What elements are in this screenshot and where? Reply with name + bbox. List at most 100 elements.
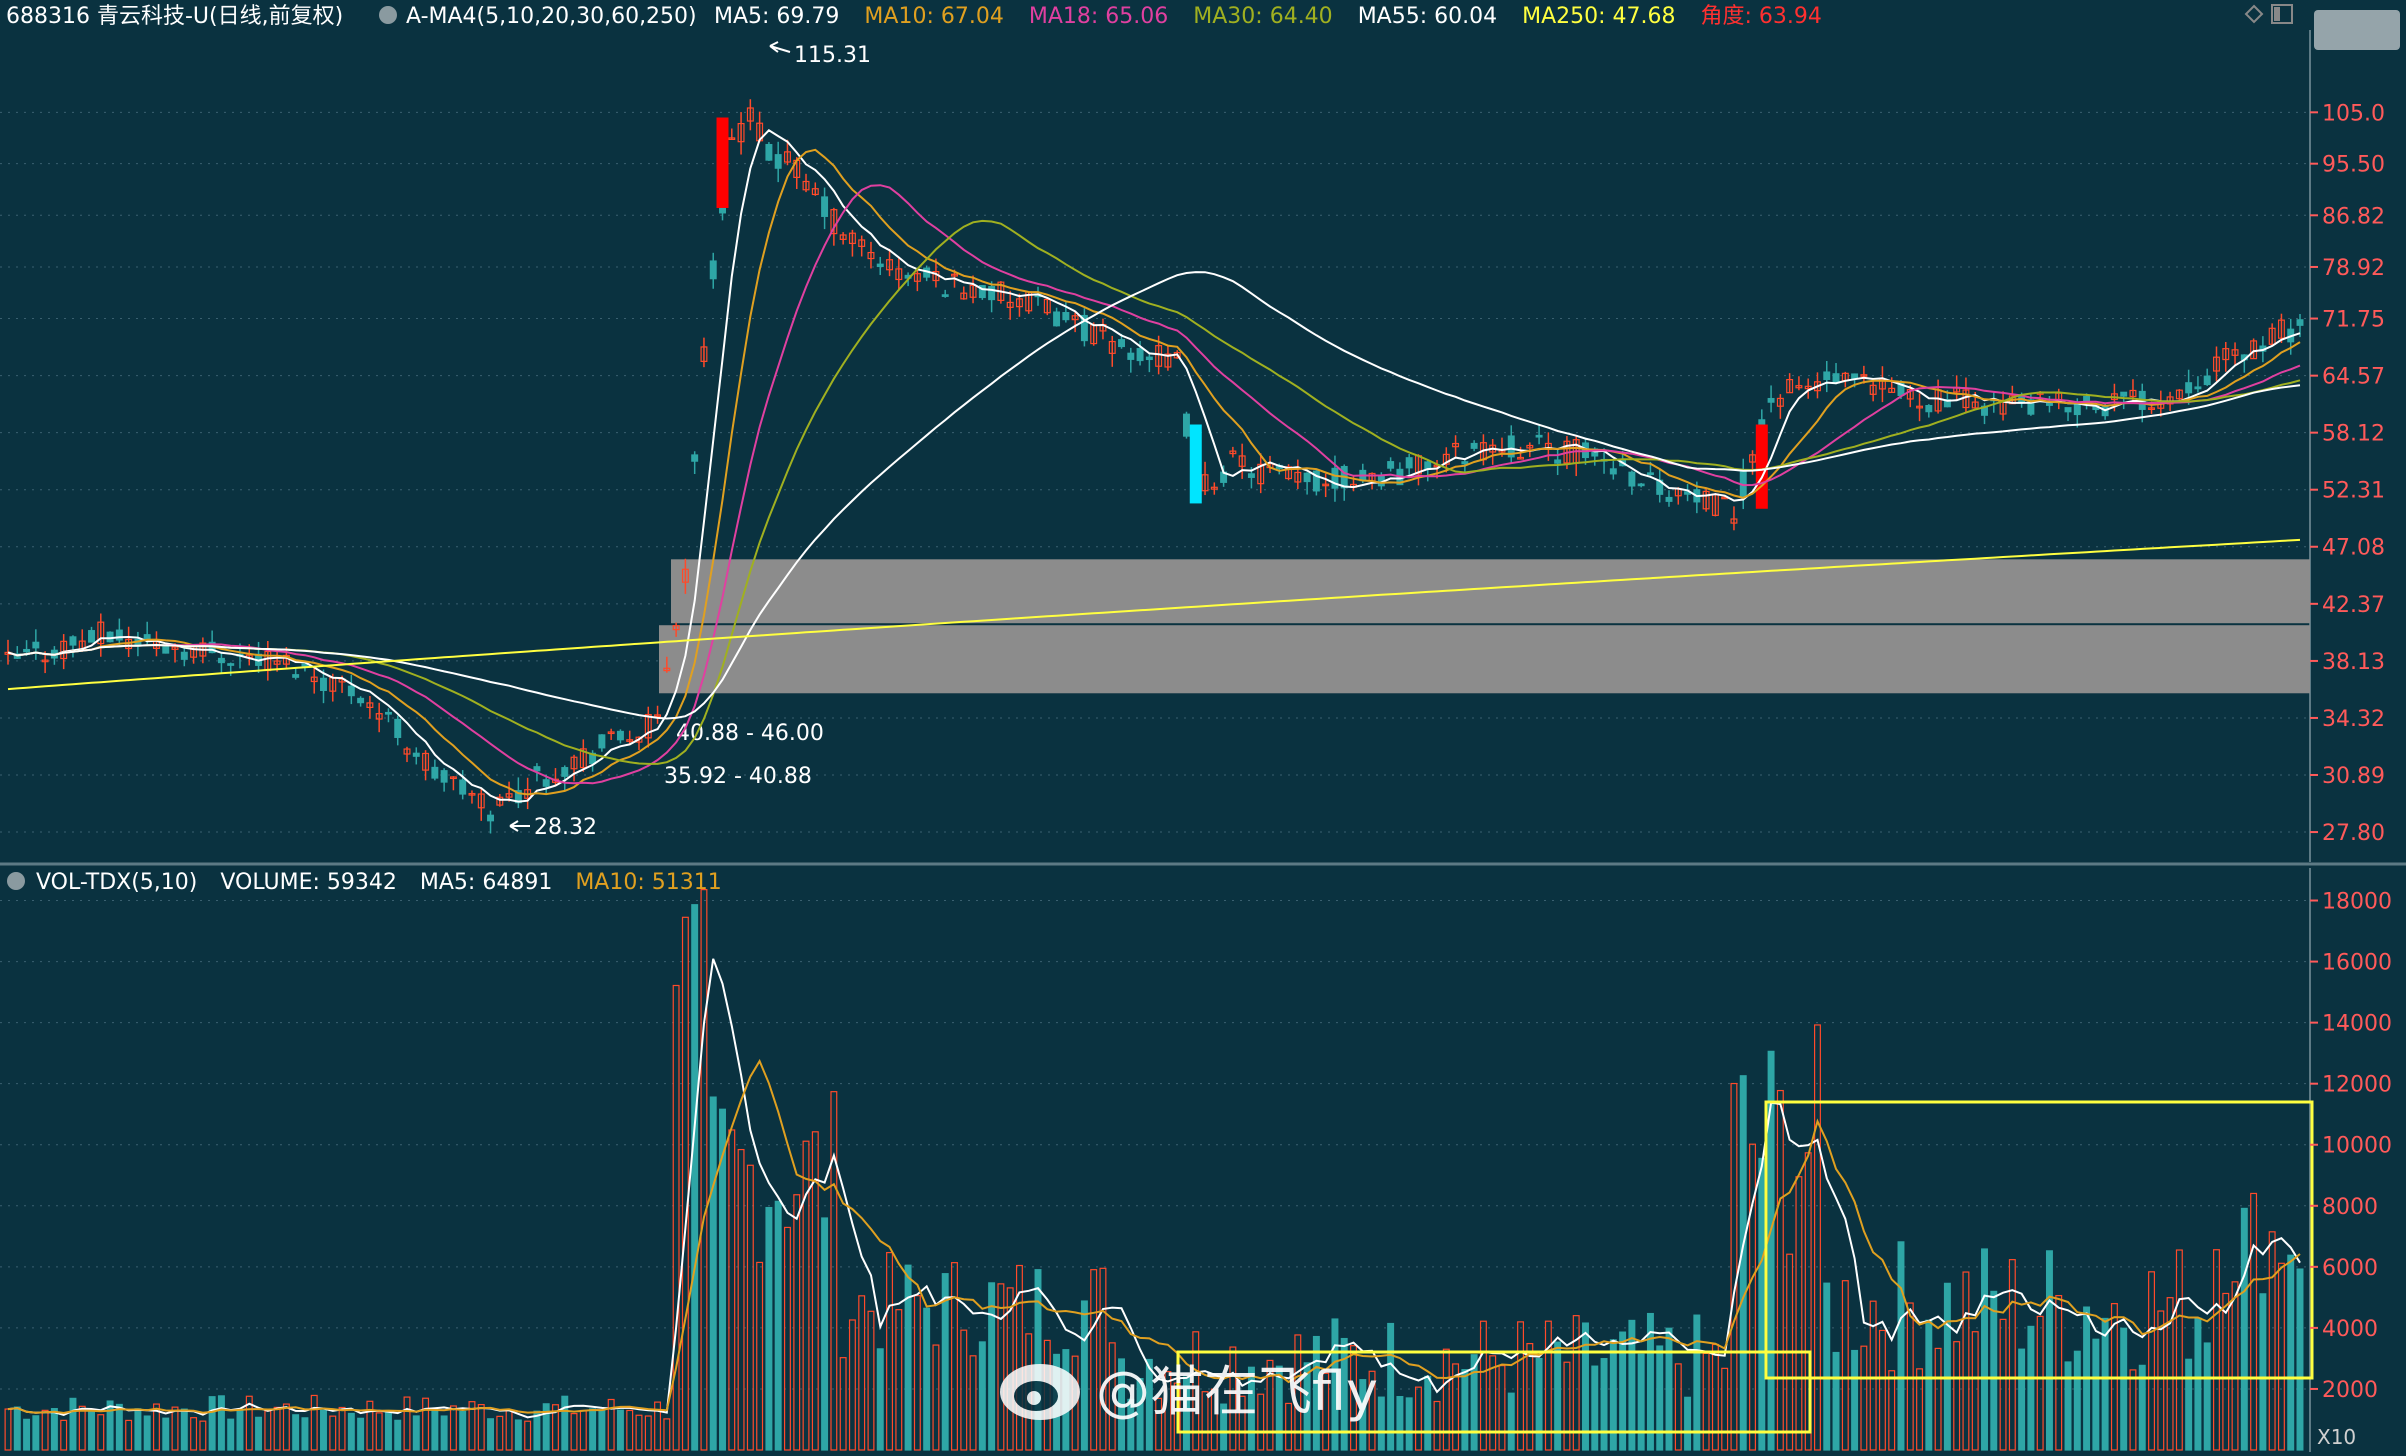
candle-down: [1136, 348, 1144, 362]
volume-bar-down: [1823, 1282, 1831, 1451]
price-tick-label: 64.57: [2322, 365, 2385, 390]
candle-down: [2083, 395, 2091, 402]
candle-down: [1118, 339, 1125, 348]
candle-down: [1247, 473, 1255, 478]
candle-down: [23, 648, 31, 653]
volume-tick-label: 2000: [2322, 1378, 2378, 1403]
volume-dropdown-icon[interactable]: [7, 872, 25, 890]
volume-bar-down: [143, 1415, 151, 1451]
volume-bar-down: [1554, 1341, 1562, 1451]
volume-bar-down: [2240, 1207, 2248, 1451]
candle-down: [774, 154, 782, 169]
volume-bar-down: [69, 1397, 77, 1451]
volume-bar-down: [255, 1416, 263, 1451]
candle-down: [691, 454, 699, 462]
candle-down: [2073, 402, 2081, 416]
price-tick-label: 86.82: [2322, 204, 2385, 229]
volume-bar-down: [88, 1410, 95, 1451]
volume-bar-down: [2185, 1358, 2193, 1451]
volume-tick-label: 16000: [2322, 951, 2392, 976]
volume-bar-down: [1535, 1357, 1543, 1451]
volume-bar-down: [765, 1206, 773, 1451]
candle-down: [598, 734, 606, 749]
ma-legend: MA5: 69.79 MA10: 67.04 MA18: 65.06 MA30:…: [714, 4, 1822, 29]
candle-down: [542, 779, 550, 787]
volume-header: VOL-TDX(5,10) VOLUME: 59342 MA5: 64891 M…: [36, 870, 722, 895]
candle-down: [1646, 472, 1654, 476]
candle-down: [876, 263, 884, 268]
candle-down: [1609, 468, 1617, 475]
volume-bar-down: [1684, 1396, 1692, 1451]
stock-chart[interactable]: 688316 青云科技-U(日线,前复权) A-MA4(5,10,20,30,6…: [0, 0, 2406, 1452]
volume-bar-down: [1080, 1300, 1088, 1451]
candle-down: [1331, 467, 1339, 489]
price-tick-label: 52.31: [2322, 479, 2385, 504]
volume-bar-down: [2259, 1293, 2267, 1451]
indicator-name: A-MA4(5,10,20,30,60,250): [406, 4, 697, 29]
volume-bar-down: [1990, 1290, 1998, 1451]
candle-down: [1637, 483, 1645, 487]
volume-bar-down: [616, 1409, 624, 1451]
volume-tick-label: 10000: [2322, 1134, 2392, 1159]
volume-bar-down: [904, 1264, 912, 1451]
price-tick-label: 42.37: [2322, 593, 2385, 618]
volume-bar-down: [1507, 1392, 1515, 1451]
volume-bar-down: [2287, 1254, 2295, 1451]
price-tick-label: 38.13: [2322, 650, 2385, 675]
chart-svg[interactable]: 688316 青云科技-U(日线,前复权) A-MA4(5,10,20,30,6…: [0, 0, 2406, 1452]
volume-bar-down: [227, 1418, 235, 1451]
candle-down: [1303, 472, 1311, 483]
volume-bar-down: [32, 1415, 40, 1451]
indicator-dropdown-icon[interactable]: [379, 6, 397, 24]
candle-down: [459, 779, 467, 795]
volume-tick-label: 14000: [2322, 1012, 2392, 1037]
volume-indicator: VOL-TDX(5,10): [36, 870, 197, 895]
candle-down: [1925, 404, 1933, 413]
price-tick-label: 105.0: [2322, 101, 2385, 126]
resistance-band-upper: [671, 559, 2310, 624]
volume-bar-down: [2120, 1327, 2128, 1451]
candle-down: [227, 663, 235, 666]
candle-down: [2296, 319, 2304, 326]
candle-down: [487, 814, 495, 822]
candle-down: [1183, 413, 1190, 437]
volume-bar-down: [459, 1410, 467, 1451]
volume-bar-down: [2045, 1250, 2053, 1451]
volume-bar-down: [709, 1096, 717, 1451]
volume-bar-down: [2018, 1348, 2026, 1451]
volume-bar-down: [691, 904, 699, 1451]
candle-down: [941, 294, 949, 297]
candle-down: [180, 651, 188, 660]
volume-bar-down: [440, 1415, 448, 1451]
volume-bar-down: [1377, 1396, 1385, 1451]
candle-down: [394, 718, 402, 738]
volume-ma5: MA5: 64891: [420, 870, 552, 895]
price-tick-label: 34.32: [2322, 707, 2385, 732]
candle-down: [533, 766, 541, 772]
ma250-legend: MA250: 47.68: [1522, 4, 1675, 29]
candle-down: [384, 711, 392, 715]
candle-down: [2185, 382, 2193, 394]
volume-bar-down: [1461, 1369, 1469, 1451]
volume-bar-down: [208, 1396, 216, 1451]
volume-bar-down: [23, 1418, 31, 1451]
volume-tick-label: 4000: [2322, 1317, 2378, 1342]
volume-bar-down: [301, 1417, 309, 1451]
stock-title: 688316 青云科技-U(日线,前复权): [6, 4, 343, 29]
candle-down: [1062, 312, 1070, 321]
volume-bar-down: [217, 1395, 225, 1451]
volume-bar-down: [774, 1200, 782, 1451]
volume-bar-down: [923, 1307, 931, 1451]
band-lower-label: 35.92 - 40.88: [664, 764, 812, 789]
candle-down: [88, 630, 95, 643]
volume-tick-label: 18000: [2322, 890, 2392, 915]
candle-down: [616, 730, 624, 741]
volume-value: VOLUME: 59342: [220, 870, 397, 895]
candle-down: [561, 767, 569, 777]
candle-down: [217, 657, 225, 664]
volume-bar-down: [180, 1408, 188, 1451]
candle-down: [357, 697, 365, 704]
candle-down: [2203, 375, 2211, 386]
candle-down: [320, 677, 327, 691]
price-tick-label: 95.50: [2322, 153, 2385, 178]
